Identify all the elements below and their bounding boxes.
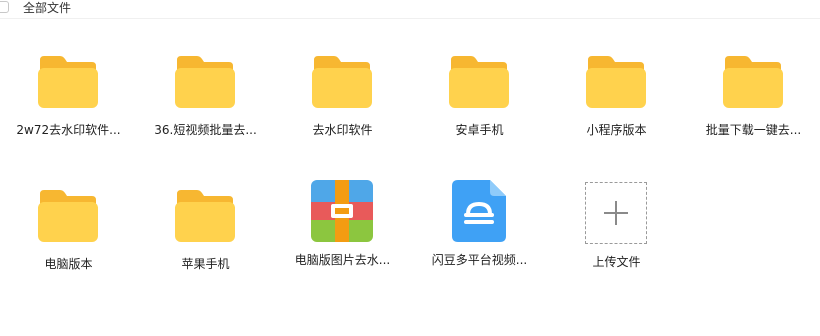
upload-file-tile[interactable]: 上传文件: [548, 182, 685, 302]
plus-icon: [604, 201, 628, 225]
upload-thumb: [583, 182, 649, 244]
file-item-folder[interactable]: 安卓手机: [411, 50, 548, 170]
file-name: 苹果手机: [181, 257, 230, 271]
file-name: 去水印软件: [312, 123, 373, 137]
file-item-folder[interactable]: 36.短视频批量去...: [137, 50, 274, 170]
app-file-icon: [446, 180, 512, 242]
file-name: 2w72去水印软件...: [16, 123, 121, 137]
file-item-folder[interactable]: 批量下载一键去...: [685, 50, 820, 170]
folder-icon: [172, 50, 238, 112]
folder-icon: [35, 184, 101, 246]
file-item-app[interactable]: 闪豆多平台视频...: [411, 180, 548, 300]
file-name: 36.短视频批量去...: [154, 123, 257, 137]
file-name: 小程序版本: [586, 123, 647, 137]
file-item-folder[interactable]: 2w72去水印软件...: [0, 50, 137, 170]
folder-icon: [720, 50, 786, 112]
folder-icon: [35, 50, 101, 112]
upload-label: 上传文件: [592, 255, 641, 269]
file-item-folder[interactable]: 去水印软件: [274, 50, 411, 170]
folder-icon: [583, 50, 649, 112]
file-name: 安卓手机: [455, 123, 504, 137]
file-name: 电脑版本: [44, 257, 93, 271]
file-grid: 2w72去水印软件... 36.短视频批量去... 去水印软件 安卓手机 小程序…: [0, 0, 820, 336]
file-item-folder[interactable]: 电脑版本: [0, 184, 137, 304]
folder-icon: [309, 50, 375, 112]
file-item-folder[interactable]: 小程序版本: [548, 50, 685, 170]
file-name: 闪豆多平台视频...: [431, 253, 528, 267]
file-name: 批量下载一键去...: [705, 123, 802, 137]
archive-icon: [309, 180, 375, 242]
folder-icon: [172, 184, 238, 246]
file-browser: 全部文件 2w72去水印软件... 36.短视频批量去... 去水印软件 安卓手…: [0, 0, 820, 336]
folder-icon: [446, 50, 512, 112]
file-item-folder[interactable]: 苹果手机: [137, 184, 274, 304]
file-item-archive[interactable]: 电脑版图片去水...: [274, 180, 411, 300]
upload-dropzone[interactable]: [585, 182, 647, 244]
file-name: 电脑版图片去水...: [294, 253, 391, 267]
